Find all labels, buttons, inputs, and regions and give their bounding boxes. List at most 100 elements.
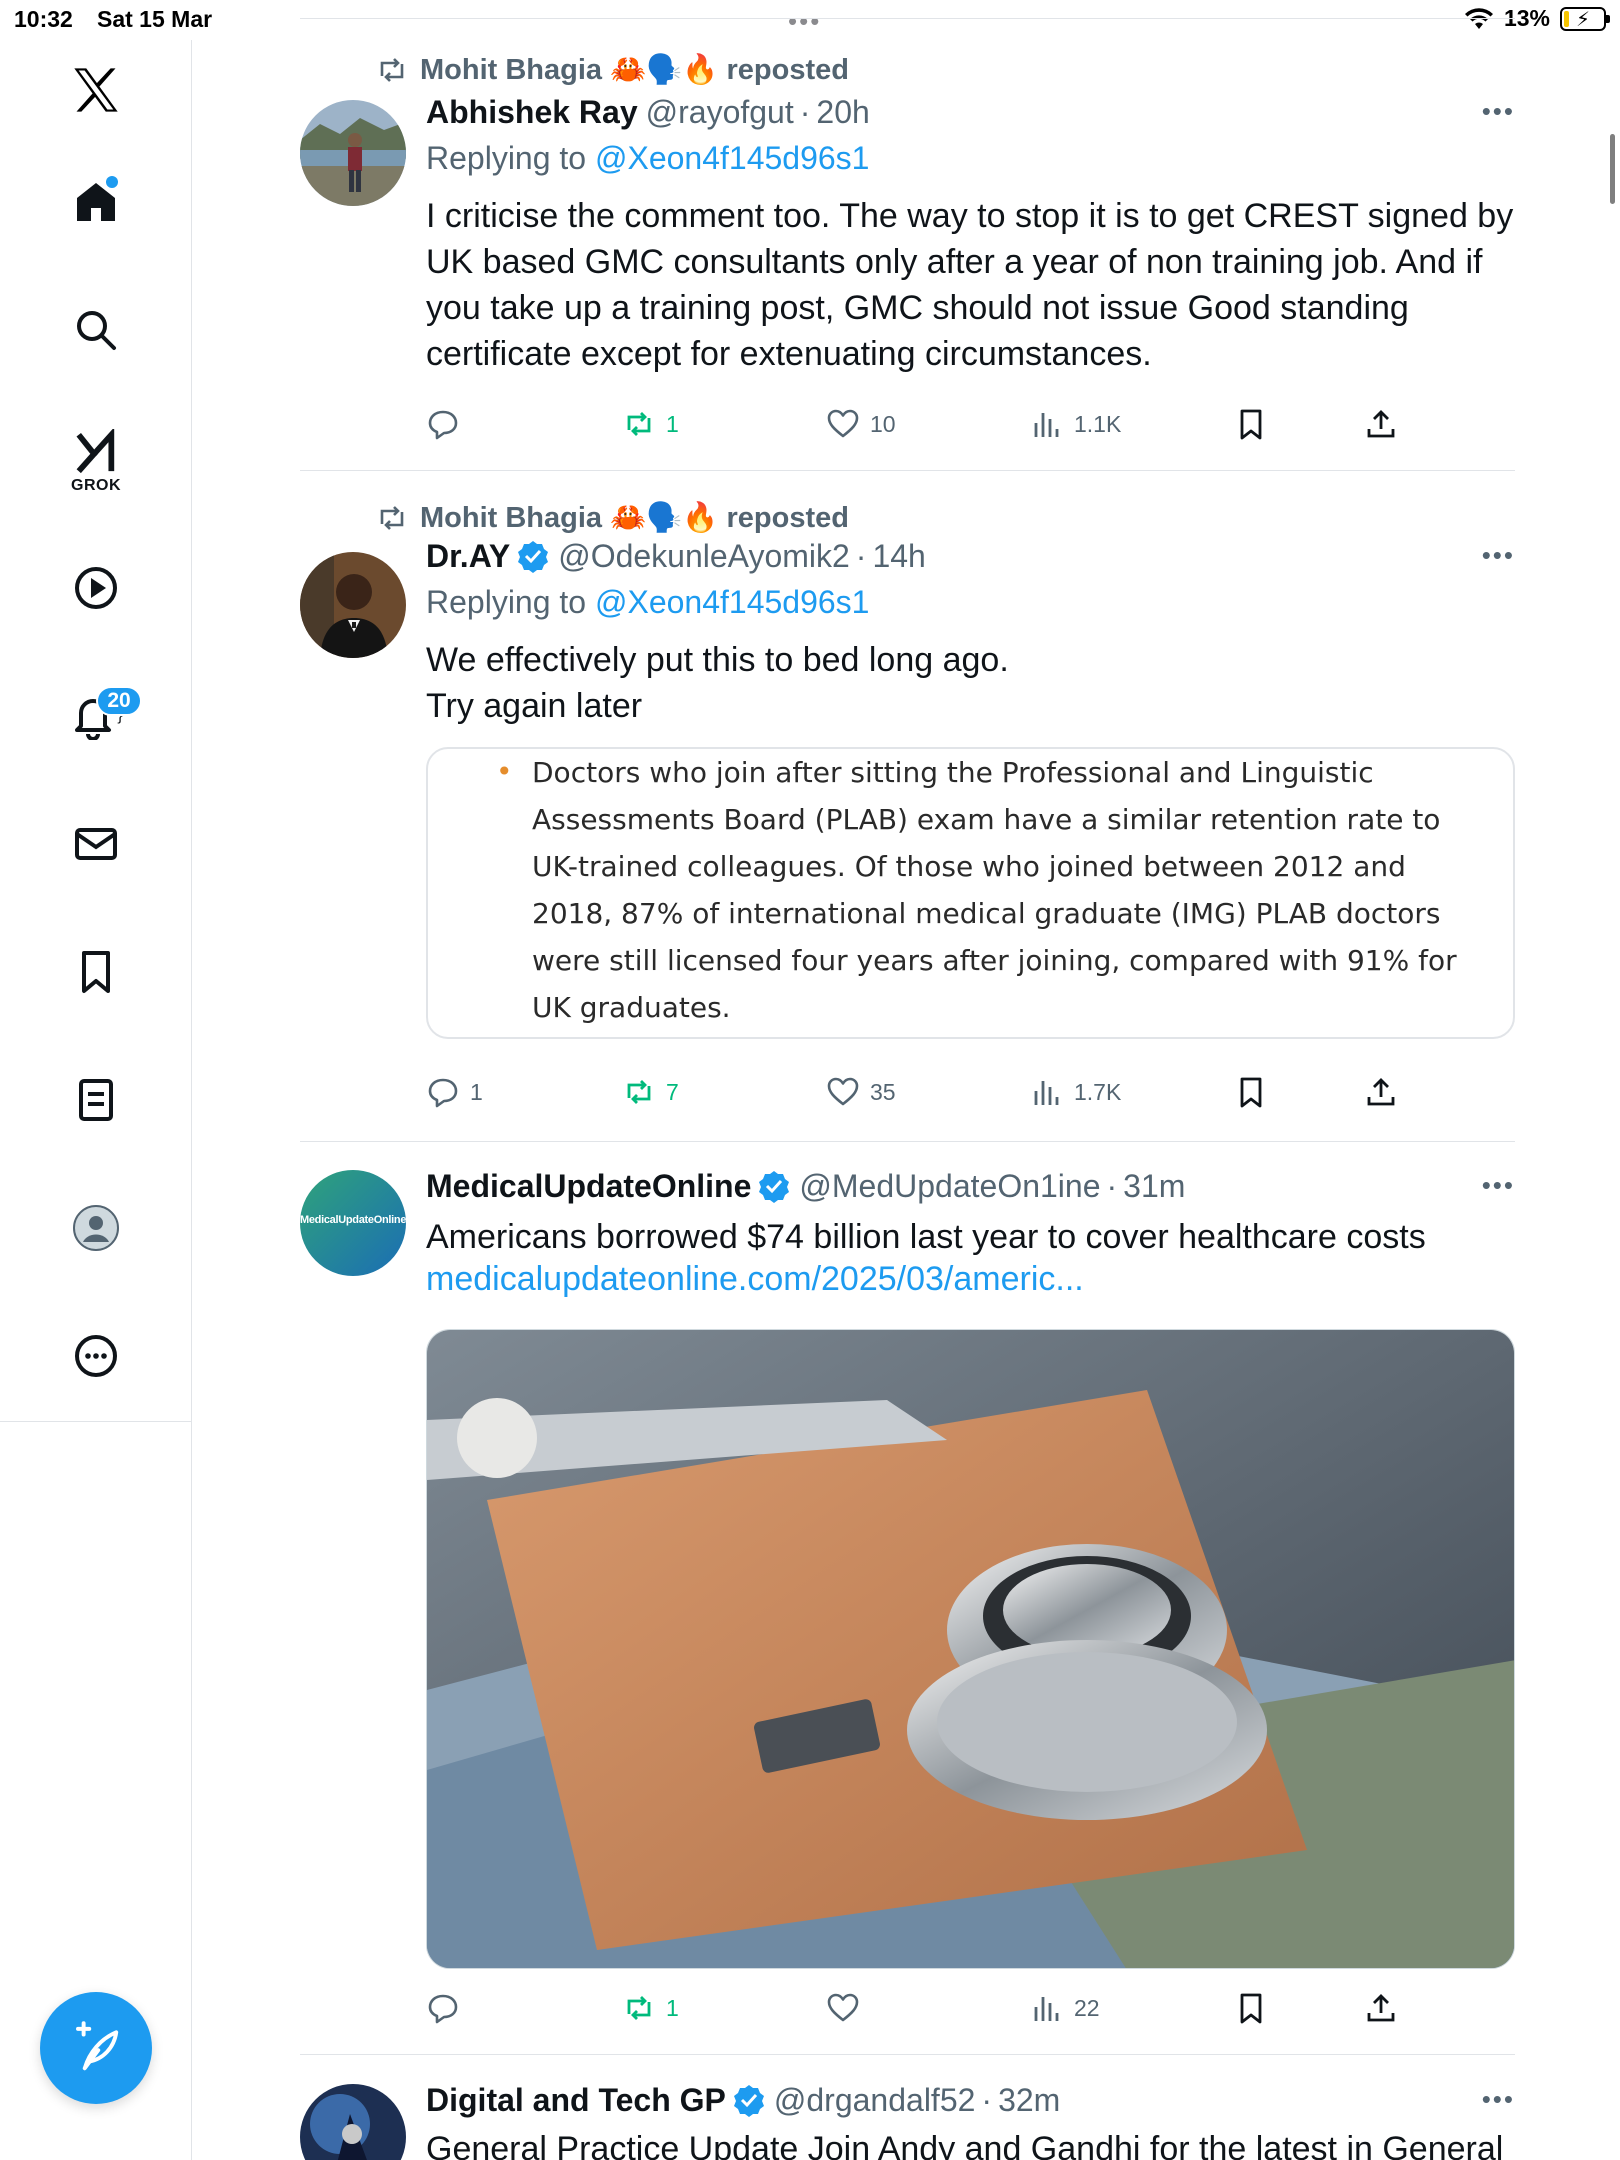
view-count: 1.1K: [1074, 410, 1122, 437]
repost-count: 1: [666, 1994, 679, 2021]
timestamp[interactable]: 20h: [816, 94, 869, 131]
repost-label: Mohit Bhagia 🦀🗣️🔥 reposted: [420, 502, 849, 534]
reply-button[interactable]: 1: [426, 1072, 483, 1112]
timestamp[interactable]: 31m: [1123, 1168, 1185, 1205]
repost-icon: [627, 1996, 651, 2020]
more-options-icon[interactable]: •••: [1482, 540, 1515, 571]
envelope-icon: [75, 828, 117, 860]
author-handle[interactable]: @MedUpdateOn1ine: [799, 1168, 1100, 1205]
views-button[interactable]: 22: [1030, 1988, 1100, 2028]
tweet-text: General Practice Update Join Andy and Ga…: [426, 2130, 1504, 2160]
compose-button[interactable]: [40, 1992, 152, 2104]
tweet-actions: 1 10 1.1K: [426, 404, 1426, 444]
quote-text: Doctors who join after sitting the Profe…: [532, 756, 1457, 1024]
tweet-link[interactable]: medicalupdateonline.com/2025/03/americ..…: [426, 1260, 1515, 1299]
bookmark-icon: [82, 951, 110, 993]
repost-count: 7: [666, 1078, 679, 1105]
like-button[interactable]: [826, 1988, 870, 2028]
more-options-icon[interactable]: •••: [1482, 96, 1515, 127]
author-name[interactable]: Abhishek Ray: [426, 94, 638, 131]
repost-button[interactable]: 7: [622, 1072, 679, 1112]
avatar[interactable]: [300, 552, 406, 658]
author-handle[interactable]: @OdekunleAyomik2: [558, 538, 850, 575]
like-count: 35: [870, 1078, 896, 1105]
sidebar-item-grok[interactable]: GROK: [0, 422, 192, 502]
tweet[interactable]: Mohit Bhagia 🦀🗣️🔥 reposted Abhishek Ray …: [300, 44, 1515, 464]
timestamp[interactable]: 14h: [872, 538, 925, 575]
compose-feather-icon: [76, 2021, 119, 2071]
repost-small-icon: [380, 506, 404, 530]
views-chart-icon: [1034, 1997, 1059, 2021]
tweet-text: We effectively put this to bed long ago.…: [426, 637, 1515, 729]
sidebar-item-video[interactable]: [0, 548, 192, 628]
view-count: 22: [1074, 1994, 1100, 2021]
reply-mention[interactable]: @Xeon4f145d96s1: [595, 140, 869, 176]
timestamp[interactable]: 32m: [998, 2082, 1060, 2119]
author-name[interactable]: Dr.AY: [426, 538, 510, 575]
author-name[interactable]: MedicalUpdateOnline: [426, 1168, 751, 1205]
views-button[interactable]: 1.7K: [1030, 1072, 1121, 1112]
repost-button[interactable]: 1: [622, 404, 679, 444]
tweet[interactable]: Digital and Tech GP @drgandalf52 · 32m •…: [300, 2078, 1515, 2160]
repost-button[interactable]: 1: [622, 1988, 679, 2028]
bookmark-icon: [1240, 1077, 1262, 1108]
share-button[interactable]: [1364, 1072, 1398, 1112]
bookmark-button[interactable]: [1234, 1988, 1268, 2028]
like-button[interactable]: 10: [826, 404, 896, 444]
sidebar-item-bookmarks[interactable]: [0, 932, 192, 1012]
avatar[interactable]: [300, 100, 406, 206]
tweet-header: Digital and Tech GP @drgandalf52 · 32m: [426, 2078, 1515, 2122]
more-options-icon[interactable]: •••: [1482, 2084, 1515, 2115]
more-options-icon[interactable]: •••: [1482, 1170, 1515, 1201]
verified-badge-icon: [733, 2085, 764, 2117]
like-button[interactable]: 35: [826, 1072, 896, 1112]
multitask-dots[interactable]: •••: [788, 6, 821, 37]
avatar[interactable]: MedicalUpdateOnline: [300, 1170, 406, 1276]
reply-mention[interactable]: @Xeon4f145d96s1: [595, 584, 869, 620]
more-icon: [75, 1335, 117, 1377]
author-handle[interactable]: @drgandalf52: [774, 2082, 976, 2119]
sidebar: GROK 20 }: [0, 40, 192, 1422]
x-logo-icon: [74, 68, 118, 112]
bookmark-button[interactable]: [1234, 1072, 1268, 1112]
share-icon: [1367, 410, 1395, 438]
views-button[interactable]: 1.1K: [1030, 404, 1121, 444]
avatar-logo-text: MedicalUpdateOnline: [300, 1214, 406, 1226]
share-button[interactable]: [1364, 404, 1398, 444]
sidebar-item-home[interactable]: [0, 162, 192, 242]
share-button[interactable]: [1364, 1988, 1398, 2028]
repost-indicator[interactable]: Mohit Bhagia 🦀🗣️🔥 reposted: [376, 498, 849, 538]
tweet-divider: [300, 1141, 1515, 1142]
reply-button[interactable]: [426, 404, 470, 444]
tweet[interactable]: Mohit Bhagia 🦀🗣️🔥 reposted Dr.AY @Odekun…: [300, 494, 1515, 1130]
tweet-header: MedicalUpdateOnline @MedUpdateOn1ine · 3…: [426, 1164, 1515, 1208]
repost-icon: [627, 1080, 651, 1104]
tweet-actions: 1 22: [426, 1988, 1426, 2028]
tweet[interactable]: MedicalUpdateOnline MedicalUpdateOnline …: [300, 1164, 1515, 2044]
sidebar-item-notifications[interactable]: 20 }: [0, 676, 192, 756]
quote-bullet: •: [496, 755, 513, 788]
tweet-media-image[interactable]: [426, 1329, 1515, 1969]
scrollbar[interactable]: [1610, 134, 1615, 204]
tweet-text-line: We effectively put this to bed long ago.: [426, 641, 1009, 679]
author-handle[interactable]: @rayofgut: [646, 94, 794, 131]
x-logo[interactable]: [0, 50, 192, 130]
tweet-divider: [300, 2054, 1515, 2055]
sidebar-item-search[interactable]: [0, 290, 192, 370]
verified-badge-icon: [518, 541, 549, 573]
sidebar-item-lists[interactable]: [0, 1060, 192, 1140]
avatar[interactable]: [300, 2084, 406, 2160]
attached-image-card[interactable]: • Doctors who join after sitting the Pro…: [426, 747, 1515, 1039]
tweet-text-line: Try again later: [426, 687, 643, 725]
author-name[interactable]: Digital and Tech GP: [426, 2082, 726, 2119]
sidebar-item-more[interactable]: [0, 1316, 192, 1396]
sidebar-item-profile[interactable]: [0, 1188, 192, 1268]
sidebar-item-messages[interactable]: [0, 804, 192, 884]
reply-button[interactable]: [426, 1988, 470, 2028]
replying-to: Replying to @Xeon4f145d96s1: [426, 584, 1515, 621]
verified-badge-icon: [759, 1171, 790, 1203]
bookmark-icon: [1240, 1993, 1262, 2024]
bookmark-button[interactable]: [1234, 404, 1268, 444]
tweet-header: Abhishek Ray @rayofgut · 20h: [426, 90, 1515, 134]
repost-indicator[interactable]: Mohit Bhagia 🦀🗣️🔥 reposted: [376, 50, 849, 90]
